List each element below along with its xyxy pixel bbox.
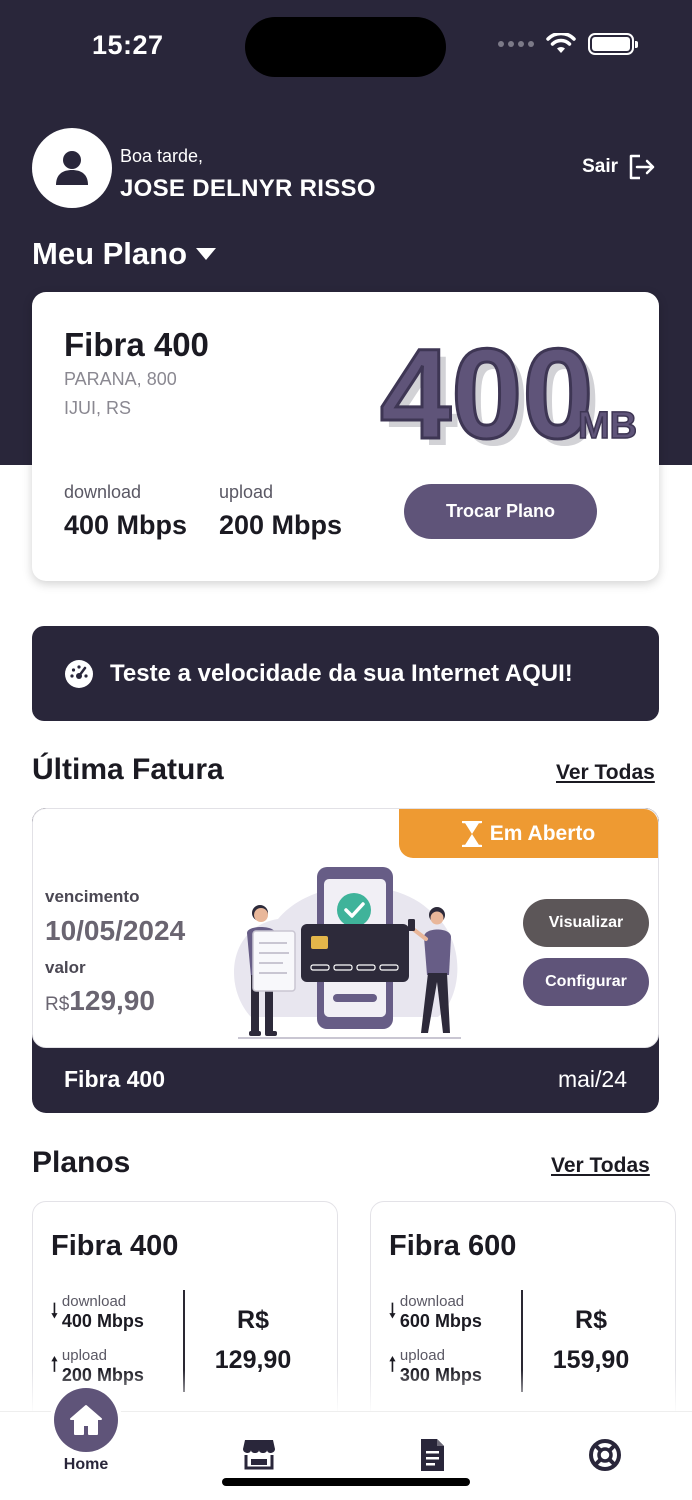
download-label: download: [64, 482, 142, 502]
payment-illustration: [234, 867, 461, 1039]
amount-currency: R$: [45, 994, 70, 1015]
battery-icon: [588, 33, 638, 55]
current-plan-card: Fibra 400 PARANA, 800 IJUI, RS 400 400 M…: [32, 292, 659, 581]
speed-badge-unit: MB: [578, 405, 636, 447]
invoice-body: Em Aberto vencimento 10/05/2024 valor R$…: [32, 808, 659, 1048]
plan-tile-download: 🠓 download 600 Mbps: [389, 1293, 482, 1332]
configure-invoice-button[interactable]: Configurar: [523, 958, 649, 1006]
my-plan-selector[interactable]: Meu Plano: [32, 236, 217, 272]
wifi-icon: [546, 33, 576, 53]
download-value: 400 Mbps: [64, 510, 188, 540]
support-icon[interactable]: [588, 1438, 622, 1472]
view-invoice-button[interactable]: Visualizar: [523, 899, 649, 947]
plan-tile-download-label: download: [61, 1293, 127, 1310]
my-plan-title: Meu Plano: [32, 236, 188, 271]
status-label: Em Aberto: [489, 821, 596, 845]
plan-tile-download: 🠓 download 400 Mbps: [51, 1293, 144, 1332]
plan-tile-name: Fibra 400: [51, 1230, 179, 1262]
status-indicators: [498, 33, 638, 55]
nav-home-button[interactable]: [54, 1388, 118, 1452]
plan-tile-upload-label: upload: [399, 1347, 445, 1364]
due-date-value: 10/05/2024: [45, 915, 186, 946]
avatar[interactable]: [32, 128, 112, 208]
speed-test-banner[interactable]: Teste a velocidade da sua Internet AQUI!: [32, 626, 659, 721]
arrow-down-icon: 🠓: [51, 1301, 58, 1322]
plan-tile-download-value: 600 Mbps: [399, 1311, 482, 1331]
status-time: 15:27: [92, 30, 164, 60]
plan-address-line2: IJUI, RS: [64, 398, 132, 418]
home-indicator: [222, 1478, 470, 1486]
upload-label: upload: [219, 482, 274, 502]
nav-home-label: Home: [63, 1456, 109, 1473]
upload-value: 200 Mbps: [219, 510, 343, 540]
plans-see-all-link[interactable]: Ver Todas: [551, 1154, 650, 1178]
user-icon: [56, 151, 88, 185]
speedometer-icon: [65, 659, 93, 688]
status-badge: Em Aberto: [399, 809, 658, 858]
logout-button[interactable]: Sair: [582, 154, 656, 180]
greeting-text: Boa tarde,: [120, 146, 204, 166]
invoice-month: mai/24: [557, 1066, 627, 1092]
speed-test-label: Teste a velocidade da sua Internet AQUI!: [110, 659, 573, 687]
logout-label: Sair: [582, 156, 618, 177]
arrow-down-icon: 🠓: [389, 1301, 396, 1322]
plan-address-line1: PARANA, 800: [64, 369, 177, 389]
due-date-label: vencimento: [45, 887, 140, 906]
plan-tile-currency: R$: [575, 1306, 607, 1334]
last-invoice-card[interactable]: Em Aberto vencimento 10/05/2024 valor R$…: [32, 808, 659, 1113]
plans-title: Planos: [32, 1146, 131, 1179]
last-invoice-title: Última Fatura: [32, 753, 224, 786]
dynamic-island: [245, 17, 446, 77]
speed-badge-number: 400: [380, 332, 594, 457]
home-icon: [70, 1405, 102, 1435]
plan-tile-name: Fibra 600: [389, 1230, 517, 1262]
amount-number: 129,90: [69, 985, 155, 1016]
amount-value: R$129,90: [45, 985, 155, 1017]
invoice-plan-name: Fibra 400: [64, 1066, 165, 1092]
hourglass-icon: [461, 820, 482, 847]
plan-tile-upload-label: upload: [61, 1347, 107, 1364]
change-plan-button[interactable]: Trocar Plano: [404, 484, 597, 539]
plan-tile-download-label: download: [399, 1293, 465, 1310]
cellular-signal-icon: [498, 41, 534, 47]
logout-icon: [629, 154, 655, 180]
amount-label: valor: [45, 958, 86, 977]
store-icon[interactable]: [242, 1438, 276, 1470]
invoice-icon[interactable]: [418, 1438, 446, 1472]
caret-down-icon: [196, 248, 217, 260]
plan-tile-download-value: 400 Mbps: [61, 1311, 144, 1331]
plan-name: Fibra 400: [64, 326, 209, 363]
invoice-see-all-link[interactable]: Ver Todas: [556, 761, 655, 785]
speed-badge: 400 400 MB: [379, 332, 637, 457]
app-screen: 15:27 Boa tarde, JOSE DELNYR RISSO Sair …: [0, 0, 692, 1500]
user-name: JOSE DELNYR RISSO: [120, 175, 376, 202]
plan-tile-currency: R$: [237, 1306, 269, 1334]
